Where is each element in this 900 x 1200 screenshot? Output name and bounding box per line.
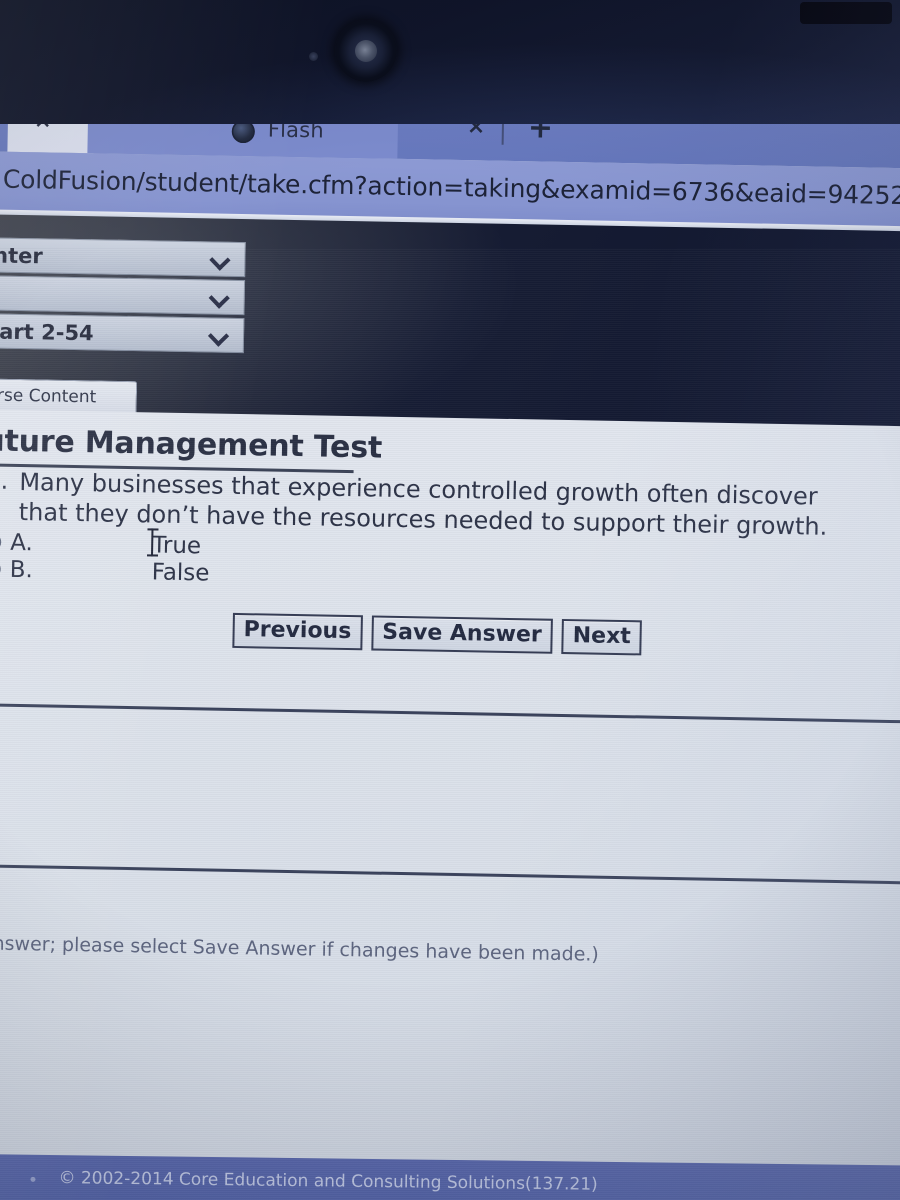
question-number: 4. — [0, 466, 9, 495]
select-center-label: Center — [0, 242, 43, 269]
webcam-icon — [335, 20, 397, 82]
select-course-part[interactable]: p Part 2-54 — [0, 312, 245, 354]
address-bar-url: ColdFusion/student/take.cfm?action=takin… — [2, 164, 900, 213]
chevron-down-icon[interactable] — [211, 250, 227, 266]
laptop-screen: × Flash × + ColdFusion/student/take.cfm?… — [0, 124, 900, 1200]
answer-choice-b-letter: B. — [9, 556, 34, 584]
radio-button-b[interactable] — [0, 560, 1, 578]
bezel-sheen — [0, 0, 900, 124]
answer-choice-a-letter: A. — [9, 529, 34, 557]
radio-button-a[interactable] — [0, 533, 2, 551]
tab-course-content-label: Course Content — [0, 384, 97, 408]
answer-choice-list: A. True B. False — [0, 529, 404, 591]
webcam-indicator-led — [309, 52, 318, 61]
text-cursor-icon — [147, 528, 159, 556]
footer-copyright: © 2002-2014 Core Education and Consultin… — [58, 1168, 598, 1195]
window-close-icon[interactable]: × — [34, 124, 52, 133]
bezel-chip — [800, 2, 892, 24]
page-title: - Future Management Test — [0, 422, 383, 466]
screen-content-tilt: × Flash × + ColdFusion/student/take.cfm?… — [0, 124, 900, 1200]
save-answer-button[interactable]: Save Answer — [370, 615, 554, 654]
close-icon[interactable]: × — [467, 124, 486, 139]
exam-navigation-buttons: Previous Save Answer Next — [232, 612, 643, 656]
answer-choice-b-text: False — [151, 559, 210, 587]
laptop-bezel — [0, 0, 900, 124]
select-course-part-label: p Part 2-54 — [0, 319, 94, 346]
chevron-down-icon[interactable] — [211, 288, 227, 304]
tab-course-content[interactable]: Course Content — [0, 377, 138, 415]
lms-select-group: Center p Part 2-54 — [0, 236, 246, 356]
browser-tab-title: Flash — [267, 124, 325, 143]
answer-choice-a-text: True — [151, 532, 202, 560]
select-secondary[interactable] — [0, 274, 246, 316]
laptop-photo: × Flash × + ColdFusion/student/take.cfm?… — [0, 0, 900, 1200]
next-button[interactable]: Next — [561, 618, 643, 656]
tabstrip-divider — [501, 124, 505, 145]
webcam-lens — [355, 40, 377, 62]
previous-button[interactable]: Previous — [232, 612, 363, 651]
select-center[interactable]: Center — [0, 236, 246, 278]
chevron-down-icon[interactable] — [210, 326, 226, 342]
footer-bullet — [30, 1176, 36, 1182]
new-tab-icon[interactable]: + — [528, 124, 554, 146]
globe-icon — [231, 124, 256, 144]
